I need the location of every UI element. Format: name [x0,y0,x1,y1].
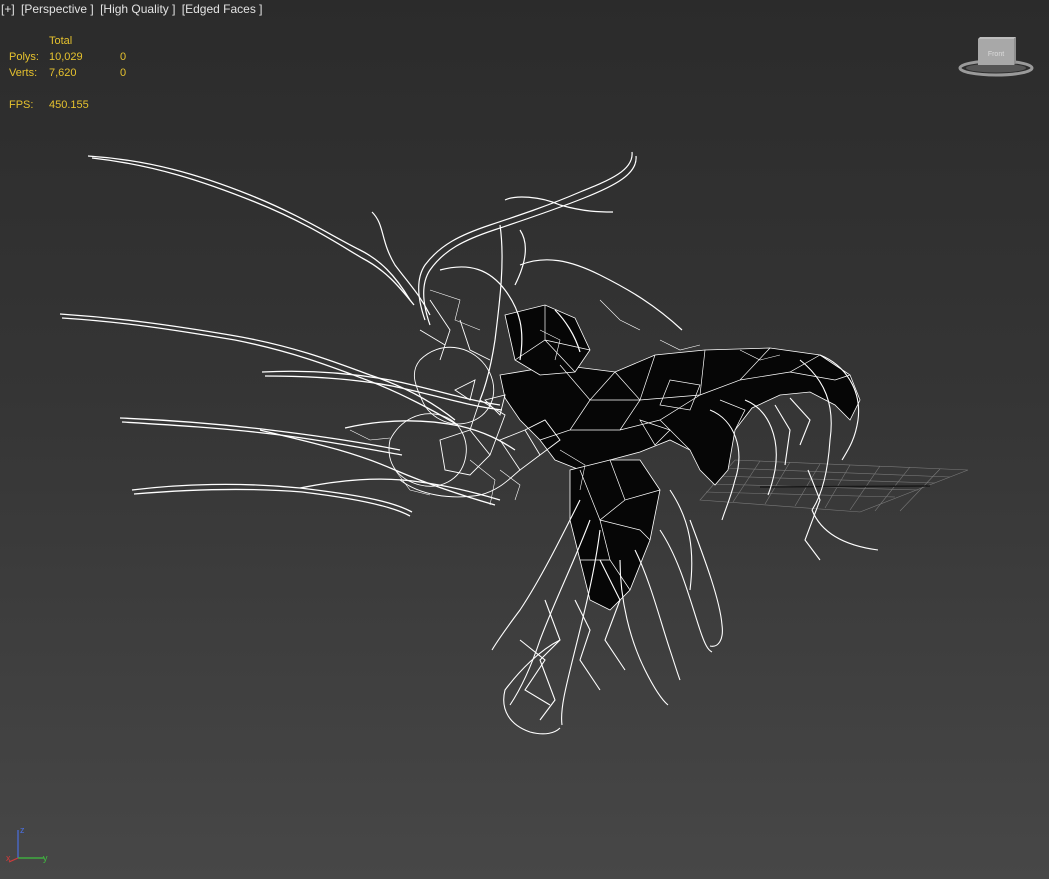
axis-tripod-icon: z y x [6,825,48,863]
axis-y-label: y [43,853,48,863]
axis-x-label: x [6,853,11,863]
left-roots [59,155,516,517]
home-grid [699,459,969,513]
trunk-mesh-fill [499,304,861,611]
wireframe-tree-roots-model[interactable] [0,0,1049,879]
perspective-viewport[interactable]: [+] [Perspective ] [High Quality ] [Edge… [0,0,1049,879]
axis-z-label: z [20,825,25,835]
